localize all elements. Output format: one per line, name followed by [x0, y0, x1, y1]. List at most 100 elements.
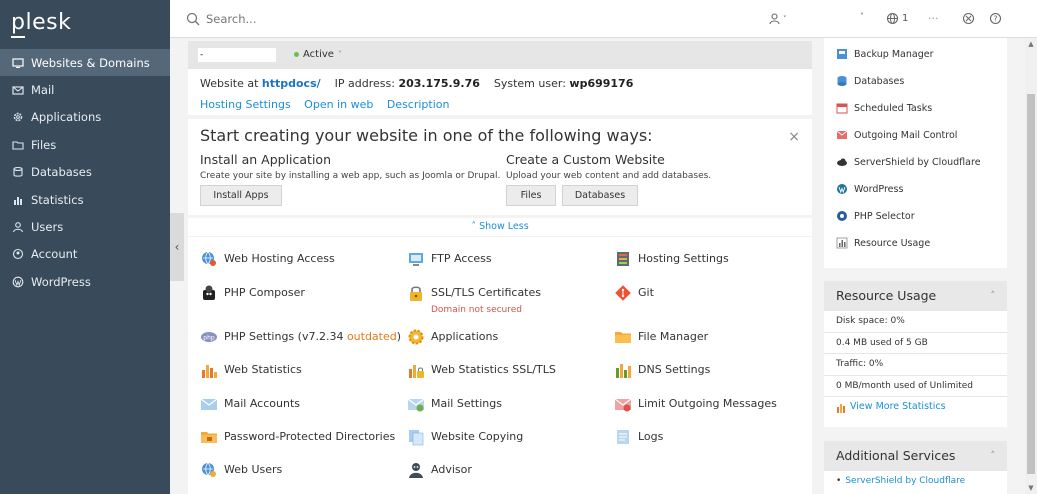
help-icon[interactable]: ?: [989, 12, 1002, 25]
tool-mail-settings[interactable]: Mail Settings: [407, 395, 502, 413]
svg-text:php: php: [203, 335, 215, 342]
sidebar-collapse-button[interactable]: ‹: [170, 213, 184, 281]
search-input[interactable]: [206, 9, 506, 29]
tool-advisor[interactable]: Advisor: [407, 461, 472, 479]
tool-label: Web Statistics SSL/TLS: [431, 363, 556, 376]
php-selector-link[interactable]: PHP Selector: [836, 210, 915, 222]
tool-git[interactable]: Git: [614, 284, 654, 302]
scheduled-tasks-link[interactable]: Scheduled Tasks: [836, 102, 932, 114]
tool-label: PHP Settings (v7.2.34 outdated): [224, 328, 401, 346]
status-dropdown[interactable]: Active ˅: [294, 49, 342, 60]
tool-web-statistics-ssl[interactable]: Web Statistics SSL/TLS: [407, 361, 556, 379]
sidebar-item-databases[interactable]: Databases: [0, 159, 170, 186]
custom-website-description: Upload your web content and add database…: [506, 171, 712, 181]
sidebar-item-users[interactable]: Users: [0, 213, 170, 240]
tool-label: Git: [638, 286, 654, 299]
install-apps-button[interactable]: Install Apps: [200, 185, 282, 206]
advisor-icon: [407, 461, 425, 479]
files-button[interactable]: Files: [506, 185, 556, 206]
tool-file-manager[interactable]: File Manager: [614, 328, 708, 346]
resource-usage-header[interactable]: Resource Usage ˄: [824, 281, 1007, 311]
tool-label: Password-Protected Directories: [224, 430, 396, 443]
right-item-label: Databases: [854, 75, 905, 87]
domain-info-line: Website at httpdocs/ IP address: 203.175…: [200, 77, 633, 90]
page-scrollbar[interactable]: ▲ ▼: [1025, 38, 1037, 494]
mail-icon: [12, 84, 24, 96]
tool-dns-settings[interactable]: DNS Settings: [614, 361, 710, 379]
domain-header: - Active ˅: [188, 41, 812, 69]
mail-settings-icon: [407, 395, 425, 413]
chevron-up-icon[interactable]: ˄: [991, 441, 996, 471]
view-more-statistics-link[interactable]: View More Statistics: [824, 397, 1007, 417]
tool-applications[interactable]: Applications: [407, 328, 498, 346]
tool-ssl-certificates[interactable]: SSL/TLS Certificates Domain not secured: [407, 284, 541, 315]
scroll-down-arrow-icon[interactable]: ▼: [1025, 482, 1037, 494]
tool-password-protected-dirs[interactable]: Password-Protected Directories: [200, 428, 395, 446]
description-link[interactable]: Description: [387, 98, 450, 111]
additional-service-link[interactable]: • ServerShield by Cloudflare: [824, 471, 1007, 491]
tool-web-users[interactable]: Web Users: [200, 461, 282, 479]
hosting-settings-link[interactable]: Hosting Settings: [200, 98, 291, 111]
tool-mail-accounts[interactable]: Mail Accounts: [200, 395, 300, 413]
tool-label: Advisor: [431, 463, 472, 476]
tool-label: PHP Composer: [224, 286, 305, 299]
more-icon[interactable]: ···: [928, 12, 939, 25]
sidebar-item-websites-domains[interactable]: Websites & Domains: [0, 49, 170, 77]
subscription-dropdown-chevron-icon[interactable]: ˅: [860, 12, 864, 21]
tool-label: SSL/TLS Certificates: [431, 286, 541, 299]
php-outdated-badge: outdated: [346, 330, 397, 343]
wordpress-link[interactable]: WordPress: [836, 183, 903, 195]
tool-php-composer[interactable]: PHP Composer: [200, 284, 305, 302]
domain-name[interactable]: -: [198, 48, 276, 62]
status-label: Active: [303, 49, 334, 60]
gear-icon: [12, 111, 24, 123]
mail-control-icon: [836, 129, 848, 141]
start-creating-panel: Start creating your website in one of th…: [188, 119, 812, 215]
additional-services-panel: Additional Services ˄ • ServerShield by …: [824, 441, 1007, 494]
backup-manager-link[interactable]: Backup Manager: [836, 48, 933, 60]
php-settings-close: ): [396, 330, 402, 343]
tool-php-settings[interactable]: php PHP Settings (v7.2.34 outdated): [200, 328, 401, 346]
plesk-logo[interactable]: plesk: [11, 10, 71, 35]
sidebar-item-files[interactable]: Files: [0, 131, 170, 158]
sidebar-item-statistics[interactable]: Statistics: [0, 186, 170, 213]
open-in-web-link[interactable]: Open in web: [304, 98, 373, 111]
install-app-heading: Install an Application: [200, 152, 331, 167]
globe-icon[interactable]: 1: [886, 12, 908, 25]
tool-website-copying[interactable]: Website Copying: [407, 428, 523, 446]
tool-ftp-access[interactable]: FTP Access: [407, 250, 492, 268]
additional-services-header[interactable]: Additional Services ˄: [824, 441, 1007, 471]
sidebar-item-mail[interactable]: Mail: [0, 76, 170, 103]
databases-button[interactable]: Databases: [562, 185, 638, 206]
main-content: - Active ˅ Website at httpdocs/ IP addre…: [188, 38, 812, 494]
system-user-value: wp699176: [569, 77, 634, 90]
backup-icon: [836, 48, 848, 60]
show-less-toggle[interactable]: ˄ Show Less: [188, 218, 812, 236]
servershield-link[interactable]: ServerShield by Cloudflare: [836, 156, 981, 168]
tool-web-statistics[interactable]: Web Statistics: [200, 361, 302, 379]
tool-web-hosting-access[interactable]: Web Hosting Access: [200, 250, 335, 268]
sidebar-item-applications[interactable]: Applications: [0, 104, 170, 131]
sidebar-item-label: Statistics: [31, 192, 84, 207]
right-item-label: Outgoing Mail Control: [854, 129, 958, 141]
website-at-label: Website at: [200, 77, 259, 90]
chevron-up-icon[interactable]: ˄: [991, 281, 996, 311]
tool-hosting-settings[interactable]: Hosting Settings: [614, 250, 729, 268]
databases-link[interactable]: Databases: [836, 75, 904, 87]
extensions-icon[interactable]: [962, 12, 975, 25]
close-icon[interactable]: ×: [788, 129, 800, 145]
scroll-thumb[interactable]: [1027, 94, 1035, 474]
sidebar-item-wordpress[interactable]: WordPress: [0, 268, 170, 295]
tool-label: Web Hosting Access: [224, 252, 335, 265]
tool-limit-outgoing[interactable]: Limit Outgoing Messages: [614, 395, 777, 413]
resource-usage-link[interactable]: Resource Usage: [836, 237, 930, 249]
status-dot-icon: [294, 52, 299, 57]
tool-logs[interactable]: Logs: [614, 428, 663, 446]
tool-label: Mail Settings: [431, 397, 502, 410]
sidebar-item-account[interactable]: Account: [0, 241, 170, 268]
outgoing-mail-control-link[interactable]: Outgoing Mail Control: [836, 129, 957, 141]
document-root-link[interactable]: httpdocs/: [262, 77, 321, 90]
dns-icon: [614, 361, 632, 379]
user-menu-icon[interactable]: ˅: [768, 12, 787, 25]
scroll-up-arrow-icon[interactable]: ▲: [1025, 38, 1037, 50]
